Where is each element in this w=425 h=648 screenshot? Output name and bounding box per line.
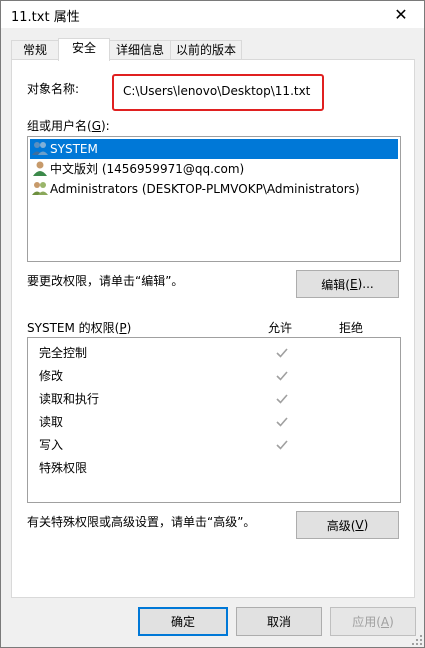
- perm-read-execute: 读取和执行: [39, 392, 100, 406]
- object-path: C:\Users\lenovo\Desktop\11.txt: [123, 84, 311, 98]
- cancel-button[interactable]: 取消: [236, 607, 322, 636]
- perm-full-control: 完全控制: [39, 346, 88, 360]
- groups-label: 组或用户名(G):: [27, 119, 110, 133]
- allow-header: 允许: [268, 321, 293, 335]
- check-icon: [276, 371, 288, 381]
- user-group-icon: [32, 142, 48, 155]
- check-icon: [276, 417, 288, 427]
- users-listbox[interactable]: SYSTEM 中文版刘 (1456959971@qq.com) Administ…: [27, 136, 401, 262]
- perm-special: 特殊权限: [39, 461, 88, 475]
- properties-window: 11.txt 属性 ✕ 常规 安全 详细信息 以前的版本 对象名称: C:\Us…: [0, 0, 425, 648]
- user-group-icon: [32, 182, 48, 195]
- tab-details[interactable]: 详细信息: [109, 40, 171, 60]
- permissions-list: 完全控制 修改 读取和执行 读取 写入 特殊权限: [27, 337, 401, 503]
- edit-button[interactable]: 编辑(E)...: [296, 270, 399, 298]
- check-icon: [276, 348, 288, 358]
- apply-button[interactable]: 应用(A): [330, 607, 416, 636]
- perm-modify: 修改: [39, 369, 64, 383]
- list-item-user[interactable]: 中文版刘 (1456959971@qq.com): [30, 159, 244, 179]
- list-item-administrators[interactable]: Administrators (DESKTOP-PLMVOKP\Administ…: [30, 179, 360, 199]
- check-icon: [276, 394, 288, 404]
- perm-write: 写入: [39, 438, 64, 452]
- object-name-label: 对象名称:: [27, 82, 80, 96]
- tab-general[interactable]: 常规: [11, 40, 59, 60]
- change-perm-text: 要更改权限，请单击“编辑”。: [27, 274, 184, 288]
- title-bar[interactable]: 11.txt 属性 ✕: [1, 1, 424, 28]
- user-name: SYSTEM: [50, 142, 98, 156]
- perm-for-label: SYSTEM 的权限(P): [27, 321, 132, 335]
- list-item-system[interactable]: SYSTEM: [30, 139, 398, 159]
- perm-read: 读取: [39, 415, 64, 429]
- deny-header: 拒绝: [339, 321, 364, 335]
- resize-grip-icon[interactable]: [412, 635, 422, 645]
- object-path-highlight: C:\Users\lenovo\Desktop\11.txt: [112, 74, 324, 111]
- close-button[interactable]: ✕: [378, 1, 424, 28]
- advanced-button[interactable]: 高级(V): [296, 511, 399, 539]
- tab-security[interactable]: 安全: [58, 38, 110, 61]
- tab-previous-versions[interactable]: 以前的版本: [170, 40, 242, 60]
- advanced-text: 有关特殊权限或高级设置，请单击“高级”。: [27, 515, 256, 529]
- window-title: 11.txt 属性: [11, 10, 80, 25]
- check-icon: [276, 440, 288, 450]
- user-name: 中文版刘 (1456959971@qq.com): [50, 162, 245, 176]
- user-name: Administrators (DESKTOP-PLMVOKP\Administ…: [50, 182, 360, 196]
- security-panel: 对象名称: C:\Users\lenovo\Desktop\11.txt 组或用…: [11, 59, 415, 598]
- user-icon: [33, 161, 47, 176]
- ok-button[interactable]: 确定: [138, 607, 228, 636]
